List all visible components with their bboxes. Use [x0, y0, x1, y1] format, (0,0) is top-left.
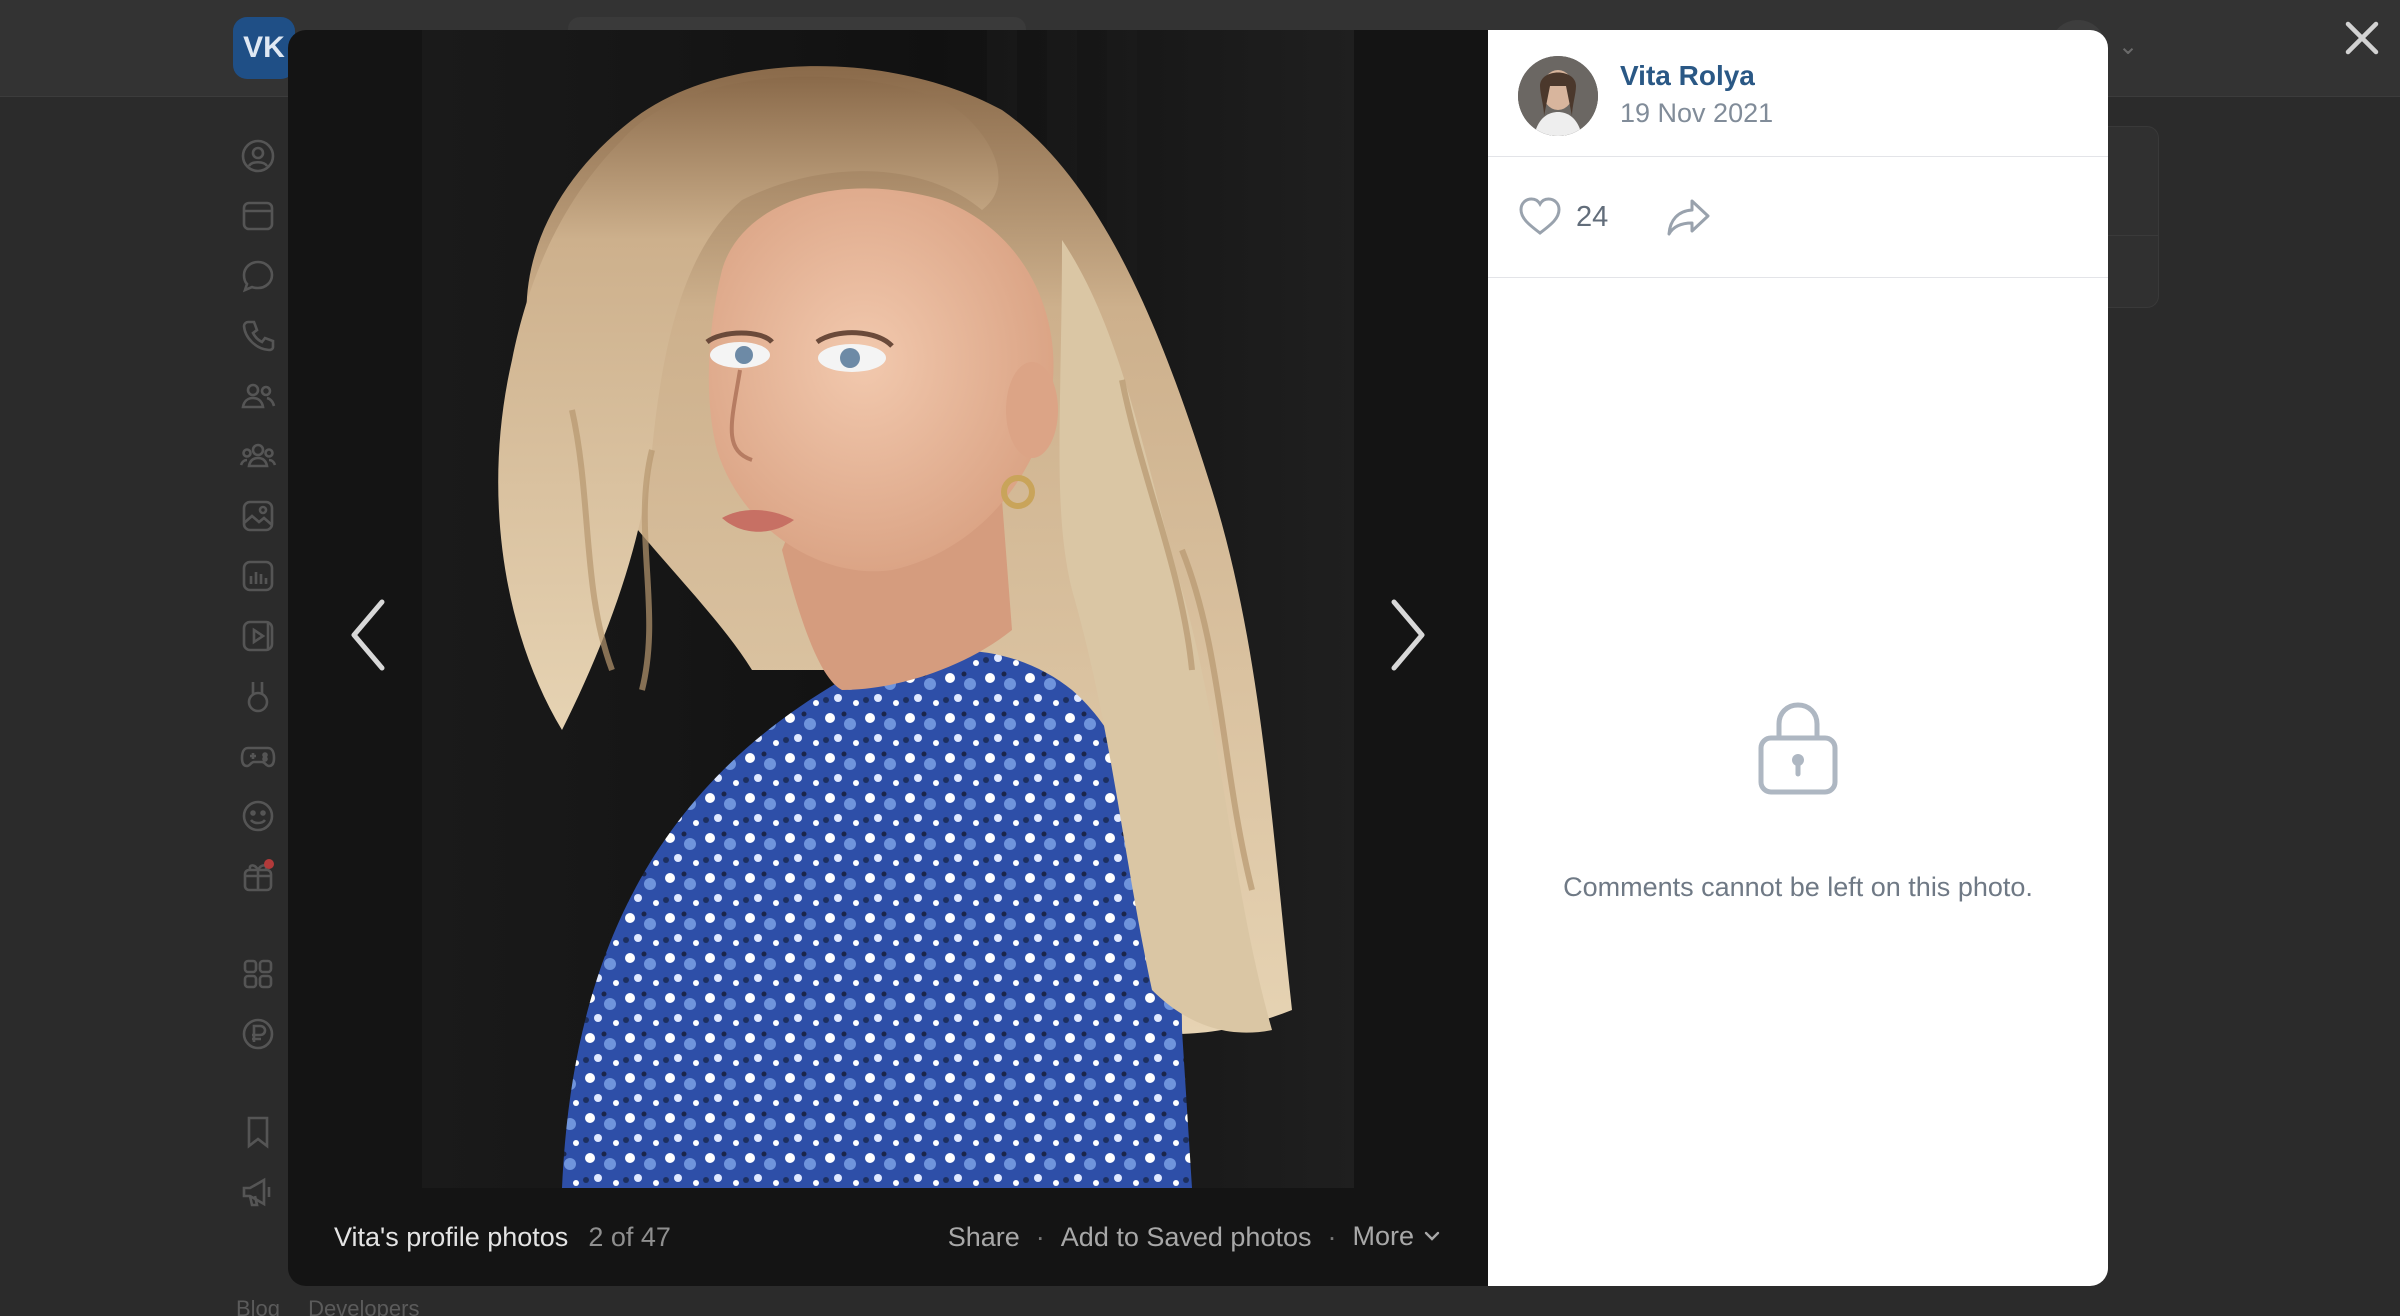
communities-icon: [238, 436, 278, 476]
separator-dot: ·: [1327, 1221, 1337, 1252]
author-name-link[interactable]: Vita Rolya: [1620, 60, 1755, 92]
profile-icon: [238, 136, 278, 176]
author-avatar[interactable]: [1518, 56, 1598, 136]
footer-link-blog: Blog: [236, 1296, 281, 1316]
friends-icon: [238, 376, 278, 416]
games-icon: [238, 736, 278, 776]
like-button[interactable]: 24: [1516, 193, 1608, 241]
more-label: More: [1352, 1220, 1414, 1251]
vk-logo: VK: [233, 17, 295, 79]
share-arrow-icon: [1667, 199, 1710, 236]
lock-icon: [1755, 696, 1841, 796]
separator-dot: ·: [1035, 1221, 1045, 1252]
chevron-down-icon: ⌄: [2118, 33, 2139, 60]
photos-icon: [238, 496, 278, 536]
photo-footer: Vita's profile photos 2 of 47 Share · Ad…: [288, 1188, 1488, 1286]
chevron-right-icon: [1391, 599, 1425, 671]
next-photo-button[interactable]: [1378, 590, 1438, 680]
bookmarks-icon: [238, 1112, 278, 1152]
portrait-photo-illustration: [422, 30, 1354, 1188]
background-card: [2108, 126, 2159, 308]
stickers-icon: [238, 796, 278, 836]
reactions-row: 24: [1488, 157, 2108, 278]
calls-icon: [238, 316, 278, 356]
photo-viewer-modal: Vita's profile photos 2 of 47 Share · Ad…: [288, 30, 2108, 1286]
photo-side-panel: Vita Rolya 19 Nov 2021 24 Comments canno…: [1488, 30, 2108, 1286]
previous-photo-button[interactable]: [338, 590, 398, 680]
services-icon: [238, 954, 278, 994]
footer-link-developers: Developers: [308, 1296, 420, 1316]
video-icon: [238, 616, 278, 656]
photo-counter: 2 of 47: [588, 1221, 671, 1252]
album-title-link[interactable]: Vita's profile photos: [334, 1222, 568, 1253]
chevron-down-icon: [1422, 1222, 1442, 1253]
photo-actions: Share · Add to Saved photos · More: [948, 1221, 1442, 1253]
share-button[interactable]: [1664, 193, 1714, 246]
comments-disabled-message: Comments cannot be left on this photo.: [1563, 872, 2033, 902]
music-icon: [238, 556, 278, 596]
author-header: Vita Rolya 19 Nov 2021: [1488, 30, 2108, 157]
main-photo[interactable]: [422, 30, 1354, 1188]
clips-icon: [238, 676, 278, 716]
like-count: 24: [1576, 200, 1609, 233]
photo-pane: Vita's profile photos 2 of 47 Share · Ad…: [288, 30, 1488, 1286]
comments-locked-area: [1488, 696, 2108, 801]
messenger-icon: [238, 256, 278, 296]
advertising-icon: [238, 1172, 278, 1212]
vk-pay-icon: [238, 1014, 278, 1054]
share-link[interactable]: Share: [948, 1222, 1020, 1253]
more-menu-button[interactable]: More: [1352, 1221, 1442, 1253]
add-to-saved-link[interactable]: Add to Saved photos: [1061, 1222, 1312, 1253]
close-icon[interactable]: [2338, 14, 2386, 62]
chevron-left-icon: [351, 599, 385, 671]
heart-icon: [1519, 197, 1561, 235]
news-icon: [238, 196, 278, 236]
gifts-icon: [238, 856, 278, 896]
photo-date: 19 Nov 2021: [1620, 98, 1774, 128]
background-footer-links: Blog Developers: [236, 1296, 441, 1316]
